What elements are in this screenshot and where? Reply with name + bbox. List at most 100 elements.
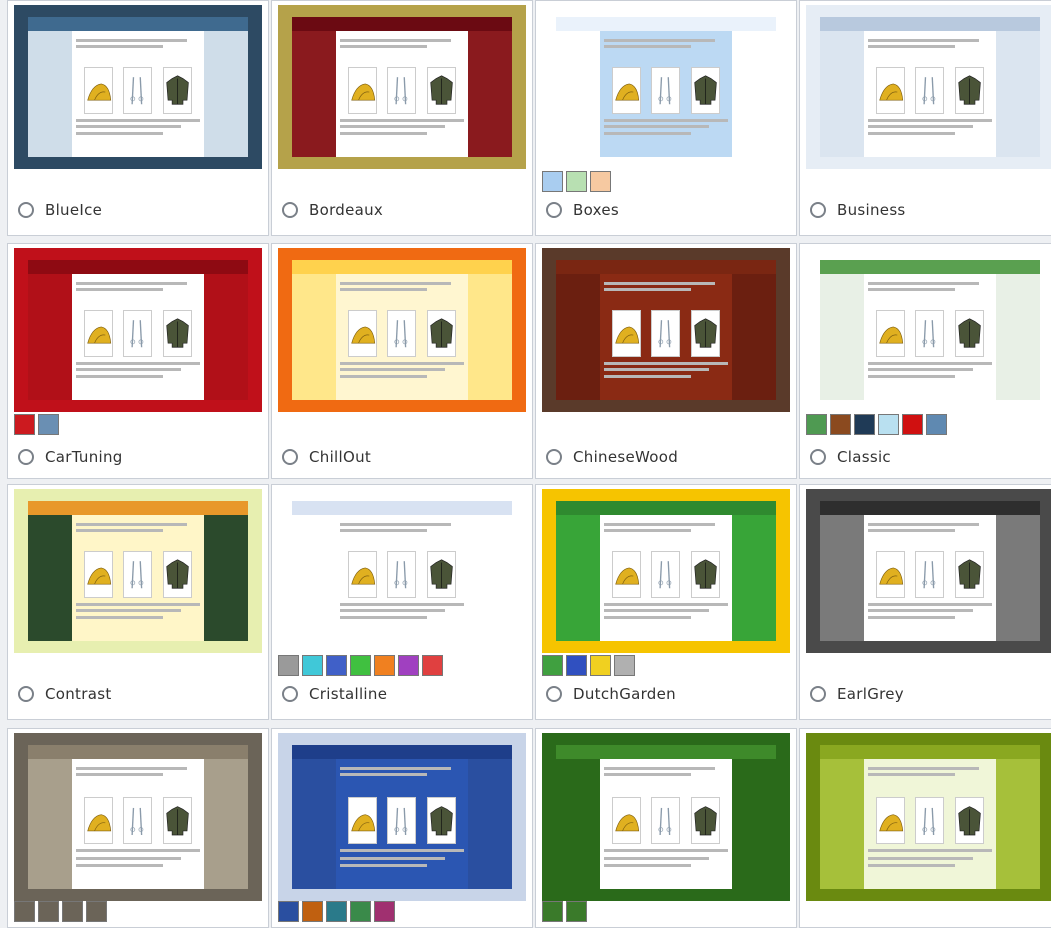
color-swatch[interactable] (38, 414, 59, 435)
theme-radio-button[interactable] (810, 686, 826, 702)
color-swatch[interactable] (566, 655, 587, 676)
color-swatch[interactable] (830, 414, 851, 435)
theme-card[interactable]: Boxes (535, 0, 797, 236)
theme-card[interactable]: ChineseWood (535, 243, 797, 479)
theme-card[interactable]: BlueIce (7, 0, 269, 236)
theme-option[interactable]: CarTuning (18, 448, 123, 466)
color-swatch[interactable] (14, 901, 35, 922)
theme-card[interactable] (799, 728, 1051, 928)
theme-preview-thumbnail[interactable] (278, 248, 526, 412)
theme-preview-thumbnail[interactable] (806, 489, 1051, 653)
color-swatch[interactable] (542, 171, 563, 192)
theme-preview-thumbnail[interactable] (14, 5, 262, 169)
preview-text-line (340, 375, 427, 379)
color-swatch[interactable] (542, 655, 563, 676)
preview-text-line (604, 368, 710, 372)
theme-radio-button[interactable] (282, 449, 298, 465)
preview-text-line (868, 118, 992, 122)
theme-option[interactable]: Classic (810, 448, 891, 466)
theme-card[interactable]: Classic (799, 243, 1051, 479)
theme-option[interactable]: ChillOut (282, 448, 371, 466)
theme-preview-thumbnail[interactable] (542, 489, 790, 653)
theme-card[interactable]: Business (799, 0, 1051, 236)
theme-card[interactable]: ChillOut (271, 243, 533, 479)
color-swatch[interactable] (14, 414, 35, 435)
color-swatch[interactable] (302, 901, 323, 922)
theme-option[interactable]: Contrast (18, 685, 112, 703)
theme-preview-thumbnail[interactable] (806, 5, 1051, 169)
theme-radio-button[interactable] (282, 202, 298, 218)
color-swatch[interactable] (374, 655, 395, 676)
color-swatch[interactable] (350, 655, 371, 676)
theme-preview-thumbnail[interactable] (542, 5, 790, 169)
theme-preview-thumbnail[interactable] (278, 5, 526, 169)
color-swatch[interactable] (350, 901, 371, 922)
color-swatch[interactable] (422, 655, 443, 676)
color-swatch[interactable] (398, 655, 419, 676)
theme-option[interactable]: ChineseWood (546, 448, 678, 466)
theme-option[interactable]: Business (810, 201, 906, 219)
theme-card[interactable]: Bordeaux (271, 0, 533, 236)
color-swatch[interactable] (278, 655, 299, 676)
theme-option[interactable]: BlueIce (18, 201, 102, 219)
theme-radio-button[interactable] (810, 202, 826, 218)
color-swatch[interactable] (902, 414, 923, 435)
theme-preview-thumbnail[interactable] (806, 733, 1051, 901)
color-swatch[interactable] (326, 901, 347, 922)
color-swatch[interactable] (278, 901, 299, 922)
theme-card[interactable] (535, 728, 797, 928)
theme-card[interactable]: CarTuning (7, 243, 269, 479)
theme-card[interactable]: Cristalline (271, 484, 533, 720)
theme-radio-button[interactable] (282, 686, 298, 702)
color-swatch[interactable] (62, 901, 83, 922)
theme-preview-thumbnail[interactable] (542, 733, 790, 901)
product-tent-image (347, 796, 377, 845)
color-swatch[interactable] (926, 414, 947, 435)
theme-option[interactable]: Boxes (546, 201, 619, 219)
theme-preview-thumbnail[interactable] (14, 489, 262, 653)
color-swatch[interactable] (614, 655, 635, 676)
theme-option[interactable]: EarlGrey (810, 685, 904, 703)
color-swatch[interactable] (806, 414, 827, 435)
theme-preview-thumbnail[interactable] (542, 248, 790, 412)
theme-preview-thumbnail[interactable] (278, 733, 526, 901)
theme-radio-button[interactable] (546, 449, 562, 465)
theme-card[interactable] (271, 728, 533, 928)
product-jacket-image (426, 551, 456, 598)
product-tent-image (347, 310, 377, 357)
color-swatch[interactable] (302, 655, 323, 676)
theme-radio-button[interactable] (546, 202, 562, 218)
theme-radio-button[interactable] (18, 686, 34, 702)
theme-option[interactable]: Cristalline (282, 685, 387, 703)
theme-card[interactable]: EarlGrey (799, 484, 1051, 720)
theme-radio-button[interactable] (546, 686, 562, 702)
theme-preview-thumbnail[interactable] (14, 733, 262, 901)
theme-card[interactable]: Contrast (7, 484, 269, 720)
theme-preview-thumbnail[interactable] (278, 489, 526, 653)
preview-text-line (340, 39, 452, 42)
theme-preview-thumbnail[interactable] (806, 248, 1051, 412)
theme-card[interactable] (7, 728, 269, 928)
theme-option[interactable]: Bordeaux (282, 201, 383, 219)
theme-option[interactable]: DutchGarden (546, 685, 676, 703)
theme-preview-thumbnail[interactable] (14, 248, 262, 412)
product-jacket-image (426, 67, 456, 114)
color-swatch[interactable] (854, 414, 875, 435)
theme-radio-button[interactable] (18, 449, 34, 465)
color-swatch[interactable] (542, 901, 563, 922)
color-swatch[interactable] (374, 901, 395, 922)
theme-radio-button[interactable] (18, 202, 34, 218)
theme-radio-button[interactable] (810, 449, 826, 465)
theme-card[interactable]: DutchGarden (535, 484, 797, 720)
preview-left-sidebar (820, 515, 864, 641)
color-swatch[interactable] (86, 901, 107, 922)
color-swatch[interactable] (38, 901, 59, 922)
color-swatch[interactable] (326, 655, 347, 676)
preview-text-line (604, 863, 691, 867)
color-swatch[interactable] (878, 414, 899, 435)
color-swatch[interactable] (566, 171, 587, 192)
color-swatch[interactable] (566, 901, 587, 922)
color-swatch[interactable] (590, 655, 611, 676)
preview-header-bar (820, 260, 1040, 274)
color-swatch[interactable] (590, 171, 611, 192)
